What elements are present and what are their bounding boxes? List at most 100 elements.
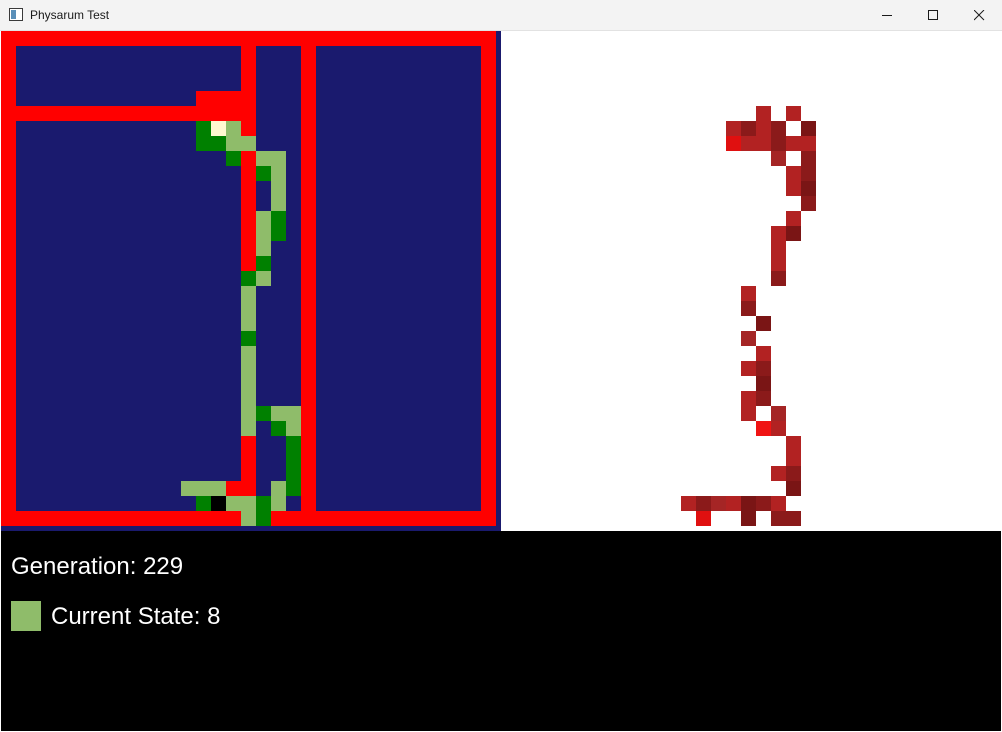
wall-cell	[1, 421, 16, 436]
trail-cell	[181, 481, 196, 496]
wall-cell	[301, 301, 316, 316]
trail-cell	[286, 451, 301, 466]
wall-cell	[1, 61, 16, 76]
wall-cell	[1, 391, 16, 406]
wall-cell	[301, 31, 316, 46]
trail-cell	[271, 196, 286, 211]
wall-cell	[226, 31, 241, 46]
simulation-grid	[1, 31, 501, 531]
close-button[interactable]	[956, 0, 1002, 31]
chemical-cell	[771, 406, 786, 421]
wall-cell	[181, 511, 196, 526]
wall-cell	[1, 361, 16, 376]
wall-cell	[166, 31, 181, 46]
trail-cell	[271, 211, 286, 226]
chemical-cell	[756, 361, 771, 376]
wall-cell	[301, 496, 316, 511]
chemical-cell	[786, 511, 801, 526]
trail-cell	[226, 136, 241, 151]
maximize-button[interactable]	[910, 0, 956, 31]
chemical-cell	[741, 496, 756, 511]
wall-cell	[16, 106, 31, 121]
trail-cell	[241, 271, 256, 286]
trail-cell	[196, 121, 211, 136]
wall-cell	[481, 391, 496, 406]
wall-cell	[481, 241, 496, 256]
wall-cell	[481, 496, 496, 511]
wall-cell	[481, 451, 496, 466]
wall-cell	[181, 31, 196, 46]
wall-cell	[241, 226, 256, 241]
wall-cell	[1, 376, 16, 391]
chemical-cell	[771, 151, 786, 166]
wall-cell	[196, 91, 211, 106]
wall-cell	[121, 511, 136, 526]
trail-cell	[256, 256, 271, 271]
chemical-cell	[801, 181, 816, 196]
wall-cell	[301, 136, 316, 151]
chemical-cell	[741, 331, 756, 346]
maximize-icon	[928, 10, 938, 20]
wall-cell	[241, 166, 256, 181]
wall-cell	[301, 166, 316, 181]
wall-cell	[91, 106, 106, 121]
generation-label: Generation: 229	[11, 553, 184, 580]
wall-cell	[1, 436, 16, 451]
wall-cell	[481, 31, 496, 46]
wall-cell	[241, 181, 256, 196]
wall-cell	[1, 91, 16, 106]
wall-cell	[481, 286, 496, 301]
wall-cell	[406, 31, 421, 46]
chemical-cell	[756, 136, 771, 151]
wall-cell	[481, 346, 496, 361]
wall-cell	[316, 511, 331, 526]
wall-cell	[451, 31, 466, 46]
chemical-cell	[741, 511, 756, 526]
chemical-cell	[786, 181, 801, 196]
minimize-button[interactable]	[864, 0, 910, 31]
chemical-cell	[786, 481, 801, 496]
wall-cell	[436, 511, 451, 526]
wall-cell	[301, 376, 316, 391]
wall-cell	[331, 511, 346, 526]
wall-cell	[241, 76, 256, 91]
wall-cell	[301, 76, 316, 91]
chemical-cell	[801, 151, 816, 166]
trail-cell	[271, 496, 286, 511]
wall-cell	[301, 511, 316, 526]
wall-cell	[271, 31, 286, 46]
wall-cell	[301, 361, 316, 376]
wall-cell	[481, 466, 496, 481]
app-icon	[9, 8, 23, 21]
wall-cell	[301, 436, 316, 451]
wall-cell	[1, 301, 16, 316]
wall-cell	[301, 241, 316, 256]
chemical-cell	[771, 496, 786, 511]
chemical-map-grid	[501, 31, 1001, 531]
chemical-cell	[741, 391, 756, 406]
wall-cell	[481, 106, 496, 121]
trail-cell	[241, 316, 256, 331]
trail-cell	[256, 211, 271, 226]
wall-cell	[241, 451, 256, 466]
wall-cell	[61, 511, 76, 526]
wall-cell	[301, 121, 316, 136]
wall-cell	[301, 106, 316, 121]
chemical-cell	[756, 496, 771, 511]
wall-cell	[196, 106, 211, 121]
chemical-cell	[741, 136, 756, 151]
trail-cell	[226, 121, 241, 136]
chemical-cell	[756, 421, 771, 436]
trail-cell	[256, 166, 271, 181]
wall-cell	[196, 31, 211, 46]
wall-cell	[1, 136, 16, 151]
wall-cell	[301, 406, 316, 421]
wall-cell	[436, 31, 451, 46]
wall-cell	[241, 196, 256, 211]
trail-cell	[271, 181, 286, 196]
wall-cell	[481, 211, 496, 226]
trail-cell	[271, 151, 286, 166]
wall-cell	[16, 31, 31, 46]
wall-cell	[1, 331, 16, 346]
wall-cell	[1, 511, 16, 526]
